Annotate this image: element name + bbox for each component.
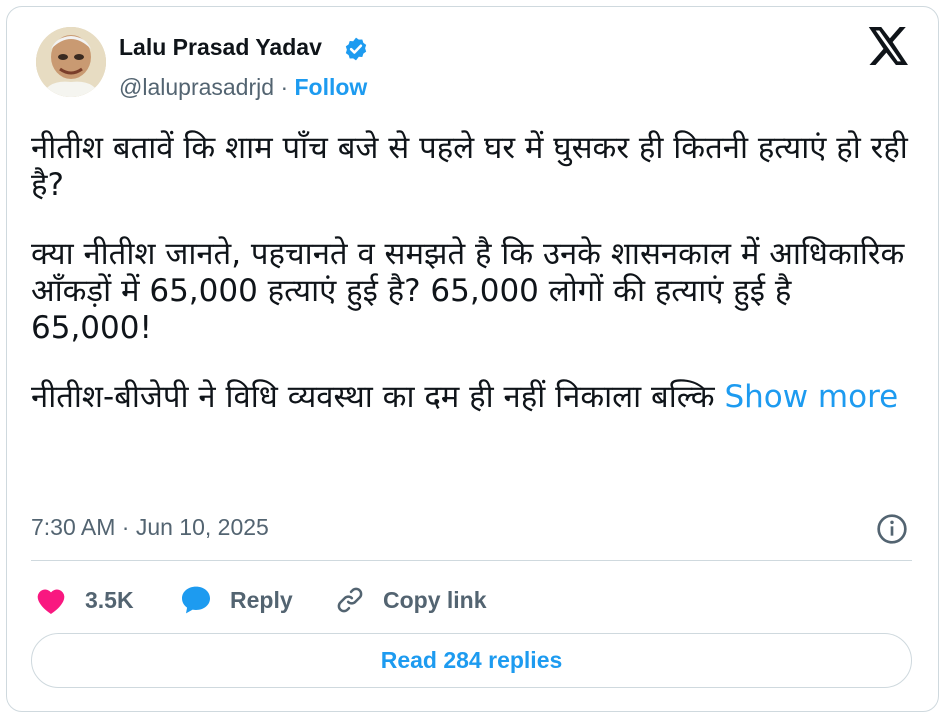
speech-bubble-icon xyxy=(182,586,210,614)
avatar[interactable] xyxy=(36,27,106,97)
author-name[interactable]: Lalu Prasad Yadav xyxy=(119,34,322,61)
avatar-image xyxy=(36,27,106,97)
info-icon[interactable] xyxy=(876,513,908,545)
copy-link-button[interactable]: Copy link xyxy=(335,580,487,620)
show-more-link[interactable]: Show more xyxy=(724,379,898,415)
x-logo-icon[interactable] xyxy=(868,27,910,65)
tweet-paragraph-3-text: नीतीश-बीजेपी ने विधि व्यवस्था का दम ही न… xyxy=(31,379,715,415)
tweet-text: नीतीश बतावें कि शाम पाँच बजे से पहले घर … xyxy=(31,130,911,416)
tweet-paragraph-3: नीतीश-बीजेपी ने विधि व्यवस्था का दम ही न… xyxy=(31,379,911,416)
author-handle[interactable]: @laluprasadrjd xyxy=(119,74,274,100)
divider xyxy=(31,560,912,561)
reply-button[interactable]: Reply xyxy=(180,580,293,620)
link-icon xyxy=(337,587,363,613)
read-replies-button[interactable]: Read 284 replies xyxy=(31,633,912,688)
reply-label: Reply xyxy=(230,586,293,613)
timestamp[interactable]: 7:30 AM · Jun 10, 2025 xyxy=(31,514,269,541)
heart-icon xyxy=(37,589,65,614)
follow-button[interactable]: Follow xyxy=(295,74,368,100)
read-replies-label: Read 284 replies xyxy=(380,647,563,673)
tweet-paragraph-2: क्या नीतीश जानते, पहचानते व समझते है कि … xyxy=(31,236,905,346)
like-count: 3.5K xyxy=(85,586,134,613)
like-button[interactable]: 3.5K xyxy=(35,580,134,620)
handle-row: @laluprasadrjd · Follow xyxy=(119,74,367,101)
verified-badge-icon xyxy=(345,37,367,61)
copy-link-label: Copy link xyxy=(383,586,487,613)
tweet-paragraph-1: नीतीश बतावें कि शाम पाँच बजे से पहले घर … xyxy=(31,130,908,203)
separator-dot: · xyxy=(280,74,289,100)
